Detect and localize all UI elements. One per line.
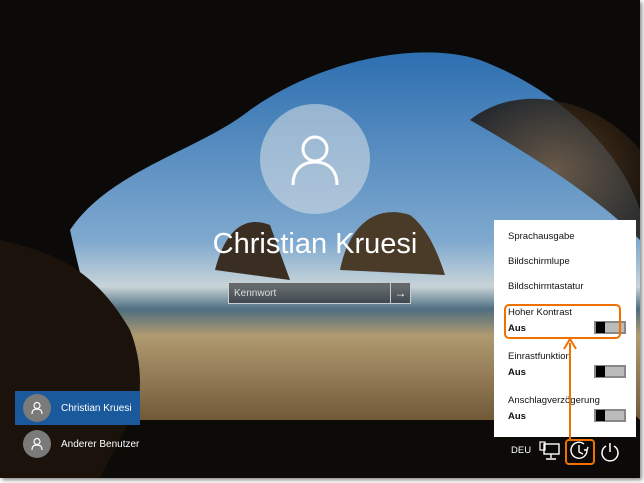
annotation-arrow-icon — [563, 337, 577, 440]
toggle-state: Aus — [508, 367, 526, 378]
highlight-box — [504, 304, 621, 339]
user-item-other[interactable]: Anderer Benutzer — [15, 427, 140, 461]
arrow-right-icon[interactable]: → — [390, 283, 410, 303]
user-item-christian[interactable]: Christian Kruesi — [15, 391, 140, 425]
power-icon[interactable] — [599, 441, 621, 463]
password-input[interactable] — [229, 283, 390, 303]
ease-of-access-icon[interactable] — [569, 441, 591, 461]
sticky-keys-toggle[interactable] — [594, 365, 626, 378]
user-list: Christian Kruesi Anderer Benutzer — [15, 391, 140, 463]
user-icon — [23, 394, 51, 422]
toggle-state: Aus — [508, 411, 526, 422]
menu-item-magnifier[interactable]: Bildschirmlupe — [508, 256, 570, 267]
user-icon — [23, 430, 51, 458]
menu-item-narrator[interactable]: Sprachausgabe — [508, 231, 575, 242]
user-icon — [291, 135, 339, 186]
password-box: → — [228, 282, 411, 304]
toggle-label: Anschlagverzögerung — [508, 395, 600, 406]
user-name: Anderer Benutzer — [61, 438, 140, 450]
filter-keys-toggle[interactable] — [594, 409, 626, 422]
lock-screen: Christian Kruesi → Christian Kruesi Ande… — [0, 0, 640, 478]
user-name: Christian Kruesi — [61, 402, 132, 414]
network-icon[interactable] — [539, 441, 561, 461]
user-avatar — [260, 104, 370, 214]
menu-item-onscreen-keyboard[interactable]: Bildschirmtastatur — [508, 281, 584, 292]
language-indicator[interactable]: DEU — [511, 445, 531, 456]
